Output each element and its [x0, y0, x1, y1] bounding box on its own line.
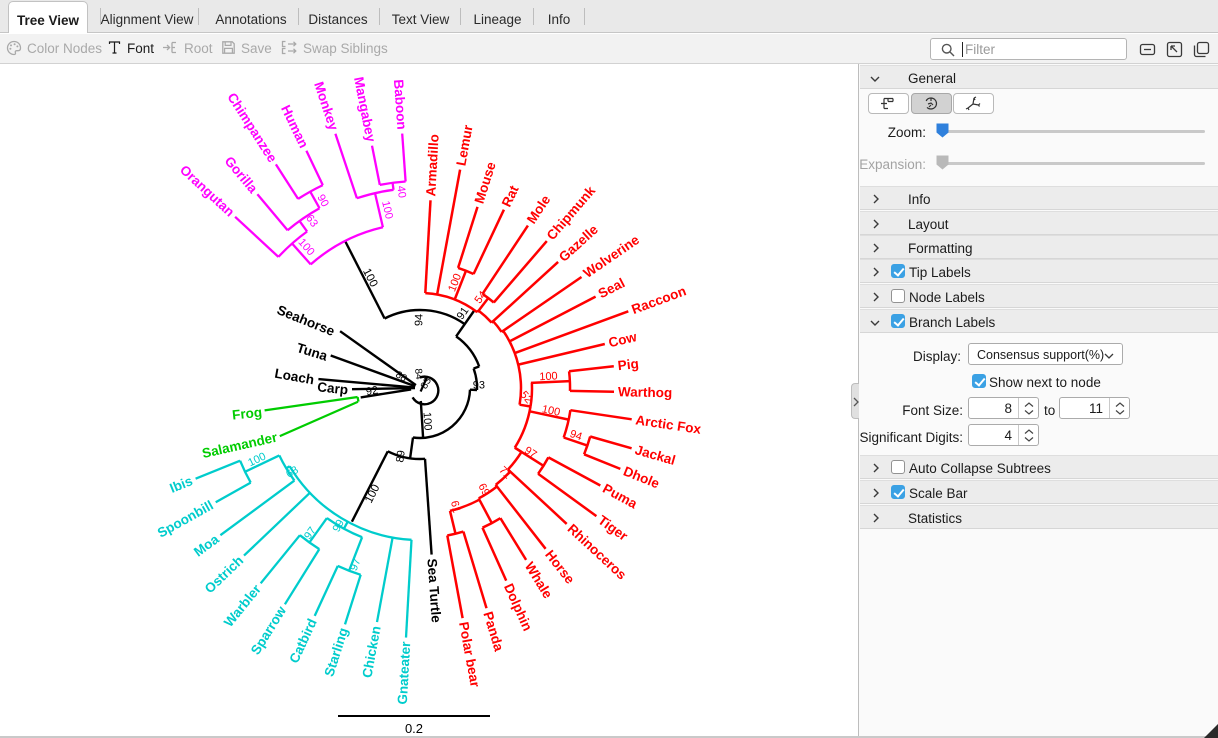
svg-text:100: 100 — [541, 403, 561, 419]
svg-text:Jackal: Jackal — [633, 442, 677, 468]
svg-text:Sea Turtle: Sea Turtle — [424, 558, 443, 624]
svg-text:Carp: Carp — [317, 379, 349, 397]
svg-text:Pig: Pig — [617, 356, 640, 373]
svg-text:Baboon: Baboon — [391, 79, 409, 130]
svg-text:Gnateater: Gnateater — [395, 640, 414, 705]
svg-text:100: 100 — [446, 272, 464, 293]
svg-text:Tiger: Tiger — [595, 512, 631, 544]
svg-text:97: 97 — [522, 444, 539, 461]
svg-text:Lemur: Lemur — [453, 123, 475, 167]
svg-text:Warthog: Warthog — [618, 384, 673, 400]
svg-text:Cow: Cow — [607, 329, 639, 350]
svg-text:Spoonbill: Spoonbill — [155, 498, 216, 541]
svg-text:69: 69 — [475, 482, 491, 498]
svg-text:100: 100 — [363, 483, 382, 506]
svg-text:Rat: Rat — [499, 183, 522, 210]
svg-text:Sparrow: Sparrow — [248, 603, 290, 657]
svg-text:Ostrich: Ostrich — [202, 553, 247, 596]
svg-text:Seal: Seal — [596, 275, 628, 301]
svg-text:Warbler: Warbler — [221, 581, 265, 630]
svg-text:Frog: Frog — [231, 405, 262, 423]
svg-text:Armadillo: Armadillo — [423, 134, 441, 197]
svg-text:100: 100 — [539, 370, 558, 383]
svg-text:90: 90 — [314, 193, 330, 210]
svg-text:Loach: Loach — [274, 366, 316, 388]
svg-text:40: 40 — [394, 185, 408, 199]
svg-text:Arctic Fox: Arctic Fox — [635, 412, 703, 437]
svg-text:93: 93 — [473, 379, 485, 391]
svg-text:Monkey: Monkey — [311, 80, 341, 133]
svg-text:Panda: Panda — [480, 610, 506, 654]
svg-text:Ibis: Ibis — [168, 473, 195, 496]
svg-text:Mole: Mole — [524, 192, 554, 226]
svg-text:Moa: Moa — [191, 531, 222, 559]
svg-text:100: 100 — [246, 450, 268, 469]
svg-text:Dhole: Dhole — [621, 463, 662, 491]
svg-text:63: 63 — [303, 213, 320, 230]
svg-text:Dolphin: Dolphin — [501, 581, 535, 633]
svg-text:94: 94 — [413, 314, 425, 326]
svg-text:Starling: Starling — [321, 626, 350, 678]
svg-text:92: 92 — [365, 384, 379, 398]
svg-text:Tuna: Tuna — [295, 340, 330, 364]
svg-text:0.2: 0.2 — [405, 721, 423, 736]
svg-text:Seahorse: Seahorse — [275, 302, 337, 339]
svg-text:89: 89 — [394, 449, 408, 463]
svg-text:Catbird: Catbird — [286, 616, 319, 665]
svg-text:Puma: Puma — [600, 481, 640, 512]
svg-text:Gorilla: Gorilla — [222, 154, 261, 197]
svg-text:Raccoon: Raccoon — [630, 283, 689, 317]
svg-text:Mouse: Mouse — [472, 160, 499, 206]
svg-text:Mangabey: Mangabey — [351, 76, 379, 144]
svg-text:100: 100 — [421, 412, 434, 431]
svg-text:Polar bear: Polar bear — [456, 621, 483, 689]
svg-text:Salamander: Salamander — [201, 430, 280, 461]
svg-text:100: 100 — [296, 236, 317, 258]
svg-text:Chicken: Chicken — [359, 625, 383, 679]
svg-text:Human: Human — [278, 103, 311, 151]
